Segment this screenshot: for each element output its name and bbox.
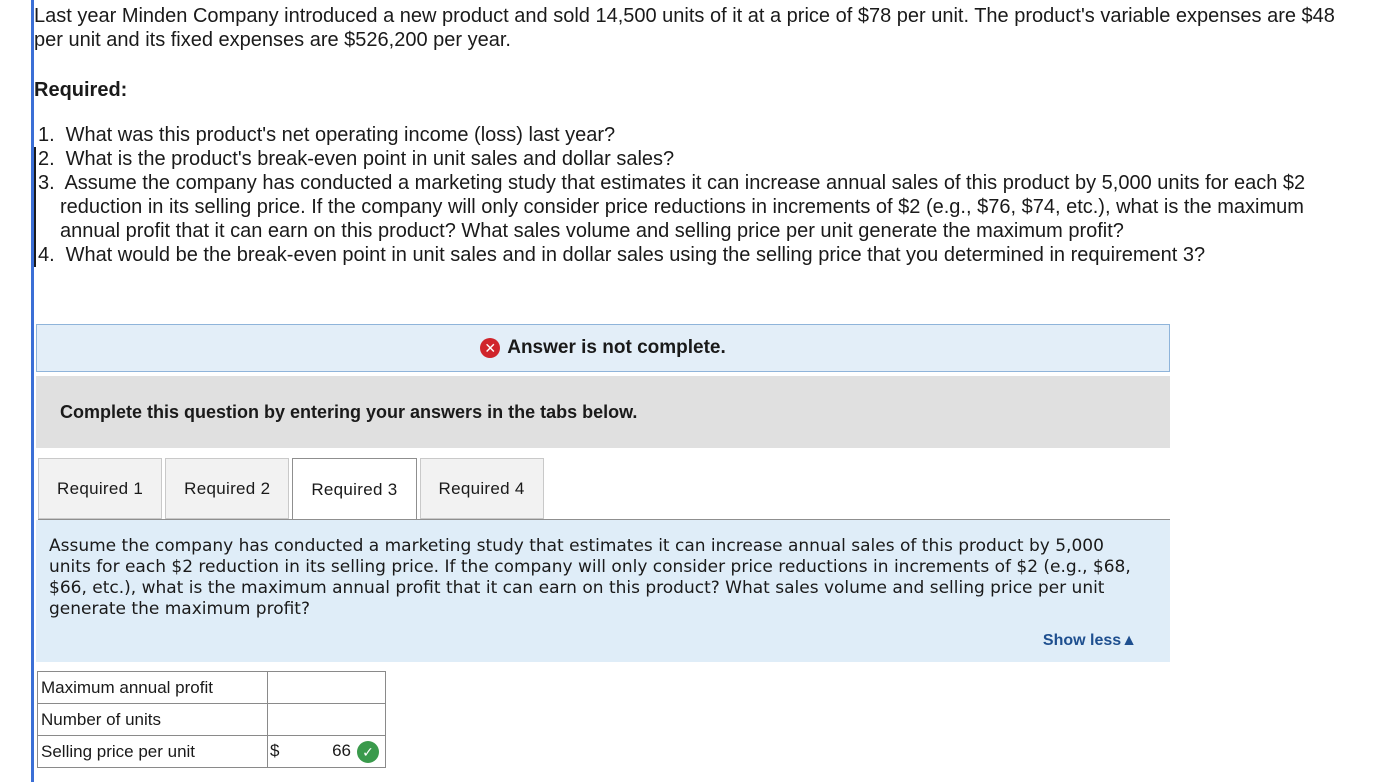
check-icon: ✓ bbox=[357, 741, 379, 763]
instruction-text: Complete this question by entering your … bbox=[60, 401, 638, 422]
question-text: Assume the company has conducted a marke… bbox=[49, 536, 1131, 619]
requirement-text: What was this product's net operating in… bbox=[65, 124, 616, 146]
intro-text: Last year Minden Company introduced a ne… bbox=[34, 5, 1335, 51]
selling-price-input[interactable]: $ 66 ✓ bbox=[267, 735, 386, 768]
maximum-annual-profit-input[interactable] bbox=[267, 671, 386, 704]
requirement-number: 4. bbox=[38, 244, 55, 266]
tab-required-2[interactable]: Required 2 bbox=[165, 458, 290, 519]
requirement-item: 4. What would be the break-even point in… bbox=[34, 243, 1334, 267]
show-less-link[interactable]: Show less▲ bbox=[1043, 632, 1137, 650]
requirement-text: What is the product's break-even point i… bbox=[65, 148, 675, 170]
instruction-box: Complete this question by entering your … bbox=[36, 376, 1170, 448]
requirement-number: 2. bbox=[38, 148, 55, 170]
row-label: Maximum annual profit bbox=[37, 671, 268, 704]
tab-bar: Required 1 Required 2 Required 3 Require… bbox=[38, 458, 547, 521]
requirements-list: 1. What was this product's net operating… bbox=[34, 123, 1334, 267]
left-border-rule bbox=[31, 0, 34, 782]
x-icon: ✕ bbox=[480, 338, 501, 358]
tab-required-1[interactable]: Required 1 bbox=[38, 458, 163, 519]
required-heading: Required: bbox=[34, 79, 128, 101]
answer-status-banner: ✕ Answer is not complete. bbox=[36, 324, 1170, 372]
cell-value: 66 bbox=[332, 741, 351, 760]
tab-required-3[interactable]: Required 3 bbox=[292, 458, 417, 521]
problem-intro: Last year Minden Company introduced a ne… bbox=[34, 4, 1364, 52]
table-row: Selling price per unit $ 66 ✓ bbox=[37, 735, 386, 768]
tab-required-4[interactable]: Required 4 bbox=[419, 458, 544, 519]
number-of-units-input[interactable] bbox=[267, 703, 386, 736]
table-row: Maximum annual profit bbox=[37, 671, 386, 704]
requirement-text: What would be the break-even point in un… bbox=[65, 244, 1206, 266]
table-row: Number of units bbox=[37, 703, 386, 736]
requirement-item: 2. What is the product's break-even poin… bbox=[34, 147, 1334, 171]
requirement-text: Assume the company has conducted a marke… bbox=[60, 172, 1306, 242]
currency-prefix: $ bbox=[270, 741, 280, 760]
row-label: Selling price per unit bbox=[37, 735, 268, 768]
answer-table: Maximum annual profit Number of units Se… bbox=[37, 671, 386, 768]
requirement-item: 3. Assume the company has conducted a ma… bbox=[34, 171, 1334, 243]
question-panel: Assume the company has conducted a marke… bbox=[36, 520, 1170, 662]
status-text: Answer is not complete. bbox=[507, 337, 726, 358]
requirement-item: 1. What was this product's net operating… bbox=[34, 123, 1334, 147]
requirement-number: 3. bbox=[38, 172, 55, 194]
requirement-number: 1. bbox=[38, 124, 55, 146]
row-label: Number of units bbox=[37, 703, 268, 736]
